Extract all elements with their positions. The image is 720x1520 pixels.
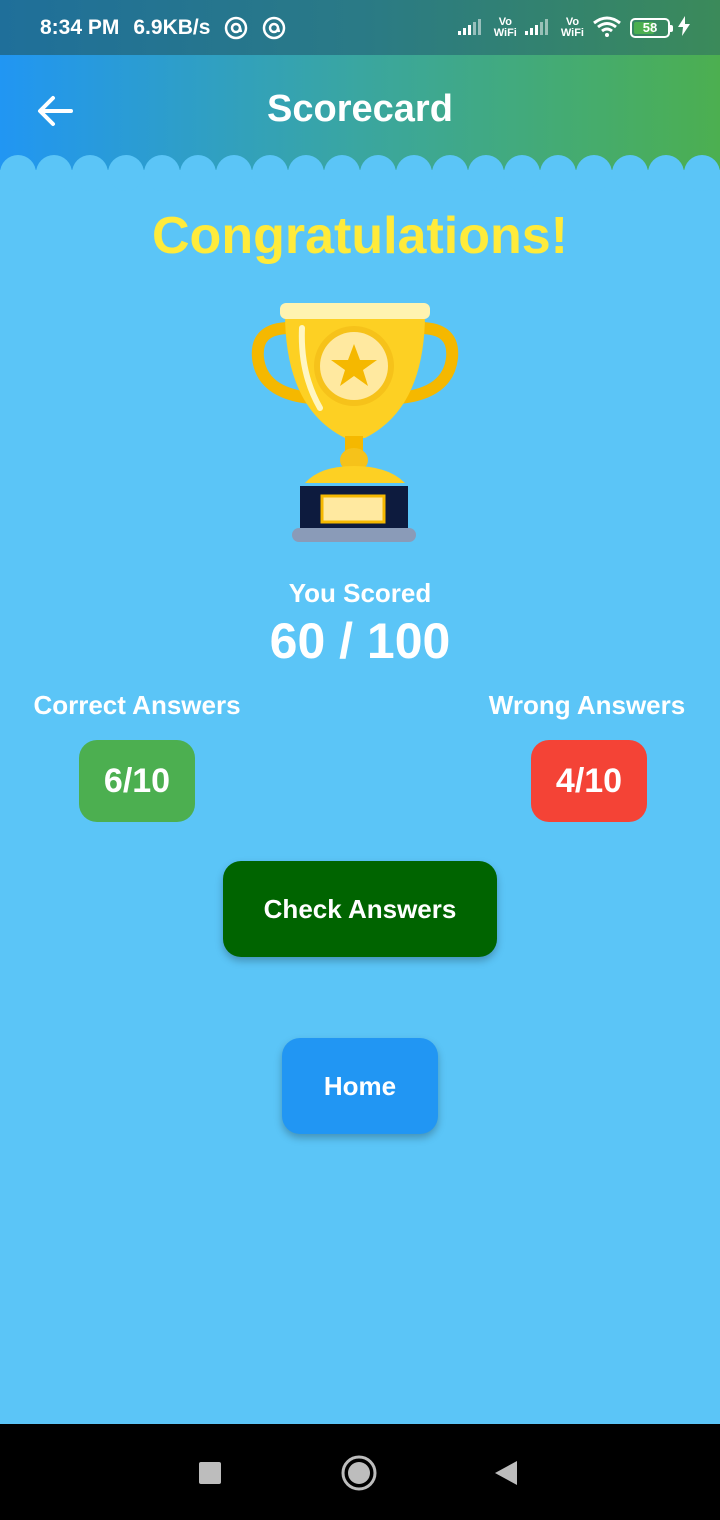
scalloped-edge	[0, 155, 720, 191]
check-answers-button[interactable]: Check Answers	[223, 861, 497, 957]
vowifi-top: Vo	[498, 15, 512, 28]
status-time: 8:34 PM	[40, 15, 120, 39]
vowifi-indicator: Vo WiFi	[493, 15, 517, 39]
status-left: 8:34 PM 6.9KB/s	[40, 0, 286, 55]
recent-apps-button[interactable]	[185, 1448, 235, 1498]
wifi-icon	[592, 15, 622, 40]
square-recent-icon	[199, 1462, 221, 1484]
correct-answers-label: Correct Answers	[33, 690, 241, 720]
system-back-button[interactable]	[481, 1448, 531, 1498]
vowifi-bottom: WiFi	[493, 26, 517, 39]
notification-at-icon	[262, 16, 286, 40]
signal-icon	[457, 17, 486, 38]
page-title: Scorecard	[267, 88, 453, 130]
status-right: Vo WiFi Vo WiFi 58	[457, 0, 690, 55]
charging-bolt-icon	[678, 16, 690, 39]
correct-answers-badge: 6/10	[79, 740, 195, 822]
notification-at-icon	[224, 16, 248, 40]
congratulations-heading: Congratulations!	[152, 207, 568, 265]
vowifi-indicator: Vo WiFi	[560, 15, 584, 39]
score-label: You Scored	[288, 578, 432, 608]
battery-icon: 58	[630, 17, 673, 38]
wrong-answers-label: Wrong Answers	[488, 690, 686, 720]
status-bar: 8:34 PM 6.9KB/s Vo WiFi Vo WiFi 58	[0, 0, 720, 55]
trophy-icon	[251, 303, 459, 542]
score-value: 60 / 100	[269, 613, 451, 669]
wrong-answers-badge: 4/10	[531, 740, 647, 822]
home-button[interactable]: Home	[282, 1038, 438, 1134]
vowifi-top: Vo	[565, 15, 580, 28]
system-home-button[interactable]	[334, 1448, 384, 1498]
system-nav-bar	[0, 1424, 720, 1520]
signal-icon	[524, 17, 553, 38]
circle-home-icon	[341, 1455, 377, 1491]
battery-level: 58	[642, 20, 658, 35]
vowifi-bottom: WiFi	[560, 26, 584, 39]
triangle-back-icon	[495, 1461, 517, 1485]
status-network-speed: 6.9KB/s	[133, 15, 211, 39]
